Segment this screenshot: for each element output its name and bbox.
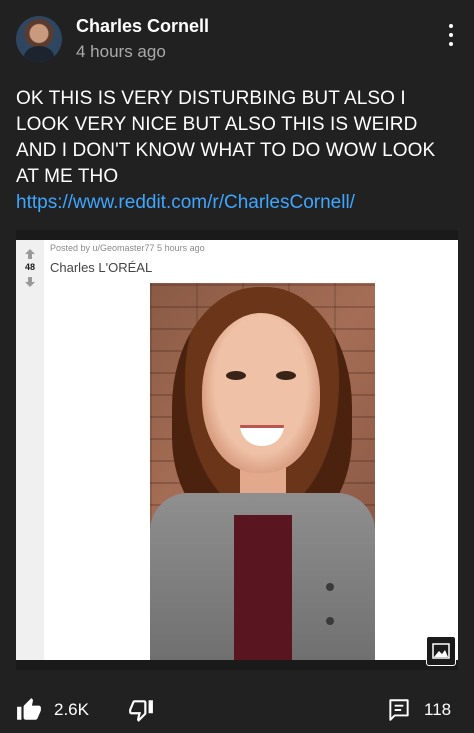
post-text: OK THIS IS VERY DISTURBING BUT ALSO I LO…: [16, 88, 436, 187]
downvote-icon: [25, 277, 35, 287]
like-button[interactable]: 2.6K: [16, 690, 89, 730]
image-icon[interactable]: [426, 636, 456, 666]
like-count: 2.6K: [54, 700, 89, 719]
comment-count: 118: [424, 700, 452, 719]
post-image[interactable]: 48 Posted by u/Geomaster77 5 hours ago C…: [16, 230, 458, 670]
posted-by: Posted by u/Geomaster77 5 hours ago: [50, 243, 205, 253]
comment-icon: [389, 699, 409, 721]
more-vert-icon[interactable]: [446, 24, 456, 52]
avatar[interactable]: [16, 16, 62, 62]
vote-column: 48: [16, 240, 44, 660]
post-time: 4 hours ago: [76, 42, 166, 61]
upvote-icon: [25, 249, 35, 259]
author-name[interactable]: Charles Cornell: [76, 16, 209, 37]
post-header: Charles Cornell 4 hours ago: [16, 14, 458, 66]
action-bar: 2.6K 118: [0, 690, 474, 730]
dislike-button[interactable]: [128, 690, 154, 730]
reddit-screenshot: 48 Posted by u/Geomaster77 5 hours ago C…: [16, 240, 458, 660]
embed-top-bar: [16, 230, 458, 240]
embedded-post-title: Charles L'ORÉAL: [50, 260, 153, 275]
embed-bottom-bar: [16, 660, 458, 670]
thumbs-up-icon: [17, 698, 41, 720]
vote-count: 48: [24, 262, 35, 272]
portrait-photo: [150, 283, 375, 660]
post-link[interactable]: https://www.reddit.com/r/CharlesCornell/: [16, 192, 355, 214]
comments-button[interactable]: 118: [386, 690, 451, 730]
thumbs-down-icon: [129, 700, 153, 722]
